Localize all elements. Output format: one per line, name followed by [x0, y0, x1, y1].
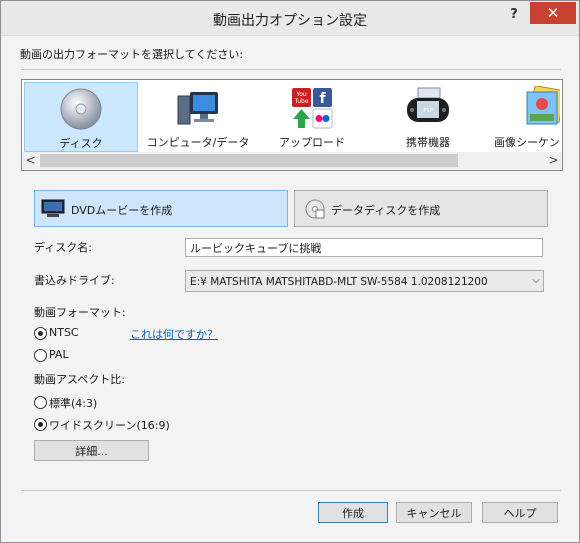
- chevron-down-icon[interactable]: ⌵: [529, 272, 543, 290]
- radio-ntsc[interactable]: [34, 327, 47, 340]
- radio-widescreen[interactable]: [34, 418, 47, 431]
- format-label-portable: 携帯機器: [406, 136, 450, 149]
- create-data-disc-label: データディスクを作成: [331, 204, 441, 217]
- monitor-icon: [41, 199, 65, 217]
- svg-text:f: f: [319, 91, 326, 107]
- format-prompt: 動画の出力フォーマットを選択してください:: [20, 48, 244, 61]
- portable-device-icon: PSP: [407, 87, 449, 122]
- disc-name-label: ディスク名:: [34, 241, 92, 254]
- format-item-computer[interactable]: コンピュータ/データ: [142, 82, 254, 150]
- computer-icon: [177, 92, 218, 125]
- drive-select[interactable]: E:¥ MATSHITA MATSHITABD-MLT SW-5584 1.02…: [185, 270, 544, 292]
- radio-pal[interactable]: [34, 349, 47, 362]
- separator: [21, 69, 561, 70]
- svg-text:You: You: [295, 91, 307, 98]
- format-item-disc[interactable]: ディスク: [24, 82, 138, 152]
- title-bar: 動画出力オプション設定 ? ✕: [1, 1, 579, 36]
- window-title: 動画出力オプション設定: [213, 13, 367, 29]
- scroll-left-button[interactable]: <: [22, 152, 39, 169]
- format-label-disc: ディスク: [59, 137, 103, 150]
- radio-pal-label: PAL: [49, 348, 69, 361]
- svg-text:PSP: PSP: [423, 108, 432, 114]
- disc-name-input[interactable]: ルービックキューブに挑戦: [185, 238, 543, 257]
- cancel-button[interactable]: キャンセル: [396, 502, 472, 523]
- dialog-window: 動画出力オプション設定 ? ✕ 動画の出力フォーマットを選択してください: ディ…: [0, 0, 580, 543]
- help-button[interactable]: ヘルプ: [482, 502, 558, 523]
- footer-separator: [21, 490, 561, 491]
- create-dvd-movie-label: DVDムービーを作成: [71, 204, 173, 217]
- aspect-ratio-label: 動画アスペクト比:: [34, 373, 125, 386]
- create-data-disc-button[interactable]: データディスクを作成: [294, 190, 548, 227]
- image-sequence-icon: [526, 86, 560, 125]
- scroll-right-button[interactable]: >: [545, 152, 562, 169]
- radio-standard[interactable]: [34, 396, 47, 409]
- format-list: ディスク コンピュータ/データ You Tube f アップロード PSP 携帯…: [21, 79, 563, 171]
- disc-icon: [60, 88, 102, 130]
- data-disc-icon: [305, 199, 325, 219]
- svg-text:Tube: Tube: [293, 98, 308, 105]
- what-is-this-link[interactable]: これは何ですか？: [130, 326, 218, 342]
- format-label-computer: コンピュータ/データ: [146, 136, 250, 149]
- format-item-image-sequence[interactable]: 画像シーケンス: [488, 82, 560, 150]
- horizontal-scrollbar[interactable]: < >: [22, 152, 562, 169]
- format-label-upload: アップロード: [279, 136, 345, 149]
- radio-ntsc-label: NTSC: [49, 326, 79, 339]
- create-dvd-movie-button[interactable]: DVDムービーを作成: [34, 190, 288, 227]
- radio-standard-label: 標準(4:3): [49, 397, 98, 410]
- details-button[interactable]: 詳細...: [34, 440, 149, 461]
- video-format-label: 動画フォーマット:: [34, 306, 126, 319]
- upload-icon: You Tube f: [292, 88, 333, 129]
- format-label-image-sequence: 画像シーケンス: [494, 136, 560, 149]
- create-button[interactable]: 作成: [318, 502, 388, 523]
- scroll-thumb[interactable]: [40, 154, 458, 167]
- help-title-button[interactable]: ?: [501, 3, 527, 27]
- radio-widescreen-label: ワイドスクリーン(16:9): [49, 419, 170, 432]
- drive-label: 書込みドライブ:: [34, 274, 115, 287]
- format-item-portable[interactable]: PSP 携帯機器: [372, 82, 484, 150]
- close-button[interactable]: ✕: [530, 2, 576, 24]
- format-item-upload[interactable]: You Tube f アップロード: [256, 82, 368, 150]
